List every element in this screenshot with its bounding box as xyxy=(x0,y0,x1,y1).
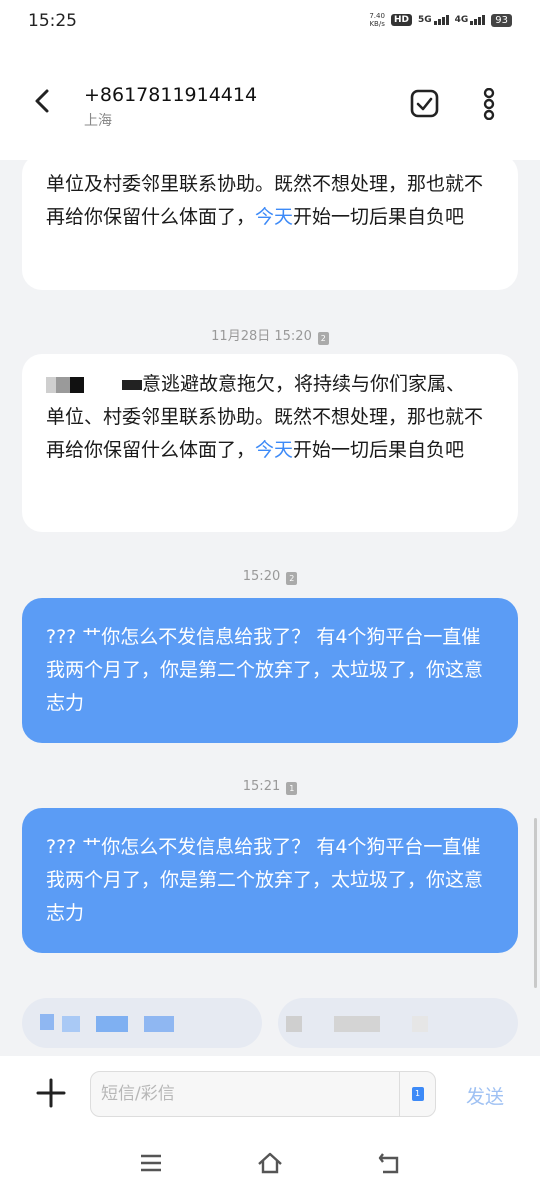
signal-icon-sim2: 4G xyxy=(455,15,486,25)
message-timestamp: 15:20 2 xyxy=(0,569,540,585)
send-button[interactable]: 发送 xyxy=(466,1082,504,1109)
status-icons: 7.40 KB/s HD 5G 4G 93 xyxy=(369,12,512,28)
signal-icon-sim1: 5G xyxy=(418,15,449,25)
sim-card-icon: 2 xyxy=(317,332,329,345)
sim-card-icon: 2 xyxy=(286,572,298,585)
status-bar: 15:25 7.40 KB/s HD 5G 4G 93 xyxy=(0,0,540,46)
redaction-mosaic xyxy=(84,376,122,393)
scrollbar[interactable] xyxy=(534,818,537,988)
message-timestamp: 15:21 1 xyxy=(0,779,540,795)
redaction-mosaic xyxy=(40,1014,54,1030)
home-icon[interactable] xyxy=(257,1150,283,1176)
contact-number: +8617811914414 xyxy=(84,84,258,106)
status-time: 15:25 xyxy=(28,11,77,31)
redaction-mosaic xyxy=(412,1016,428,1032)
message-line-redacted: 意逃避故意拖欠，将持续与你们家属、 xyxy=(46,368,494,401)
redaction-mosaic xyxy=(46,376,56,393)
quick-reply-bar xyxy=(0,988,540,1056)
message-bubble-incoming[interactable]: 意逃避故意拖欠，将持续与你们家属、 单位、村委邻里联系协助。既然不想处理，那也就… xyxy=(22,354,518,532)
message-bubble-outgoing[interactable]: ??? 艹你怎么不发信息给我了？ 有4个狗平台一直催我两个月了，你是第二个放弃了… xyxy=(22,808,518,953)
select-checkbox-icon[interactable] xyxy=(410,89,439,118)
composer: 1 发送 xyxy=(0,1056,540,1138)
redaction-mosaic xyxy=(334,1016,380,1032)
date-link[interactable]: 今天 xyxy=(255,206,293,228)
more-options-icon[interactable] xyxy=(478,88,500,120)
add-attachment-icon[interactable] xyxy=(36,1078,66,1108)
sim-selector[interactable]: 1 xyxy=(399,1072,435,1116)
message-input-box: 1 xyxy=(90,1071,436,1117)
sim-card-icon: 1 xyxy=(286,782,298,795)
system-nav-bar xyxy=(0,1138,540,1194)
message-bubble-outgoing[interactable]: ??? 艹你怎么不发信息给我了？ 有4个狗平台一直催我两个月了，你是第二个放弃了… xyxy=(22,598,518,743)
network-speed: 7.40 KB/s xyxy=(369,12,385,28)
message-timestamp: 11月28日 15:20 2 xyxy=(0,325,540,345)
back-arrow-icon[interactable] xyxy=(30,88,56,114)
quick-reply-chip[interactable] xyxy=(22,998,262,1048)
quick-reply-chip[interactable] xyxy=(278,998,518,1048)
message-input[interactable] xyxy=(101,1072,401,1116)
redaction-mosaic xyxy=(286,1016,302,1032)
back-icon[interactable] xyxy=(377,1150,403,1176)
redaction-mosaic xyxy=(56,376,84,393)
hd-icon: HD xyxy=(390,14,412,26)
menu-icon[interactable] xyxy=(138,1150,164,1176)
battery-icon: 93 xyxy=(491,13,512,27)
date-link[interactable]: 今天 xyxy=(255,439,293,461)
message-bubble-incoming[interactable]: 单位及村委邻里联系协助。既然不想处理，那也就不再给你保留什么体面了，今天开始一切… xyxy=(22,154,518,290)
redaction-mosaic xyxy=(144,1016,174,1032)
redaction-mosaic xyxy=(96,1016,128,1032)
redaction-mosaic xyxy=(62,1016,80,1032)
sim-card-icon: 1 xyxy=(411,1087,424,1101)
contact-location: 上海 xyxy=(84,113,112,129)
redaction-mosaic xyxy=(122,379,142,390)
conversation-header: +8617811914414 上海 xyxy=(0,46,540,160)
